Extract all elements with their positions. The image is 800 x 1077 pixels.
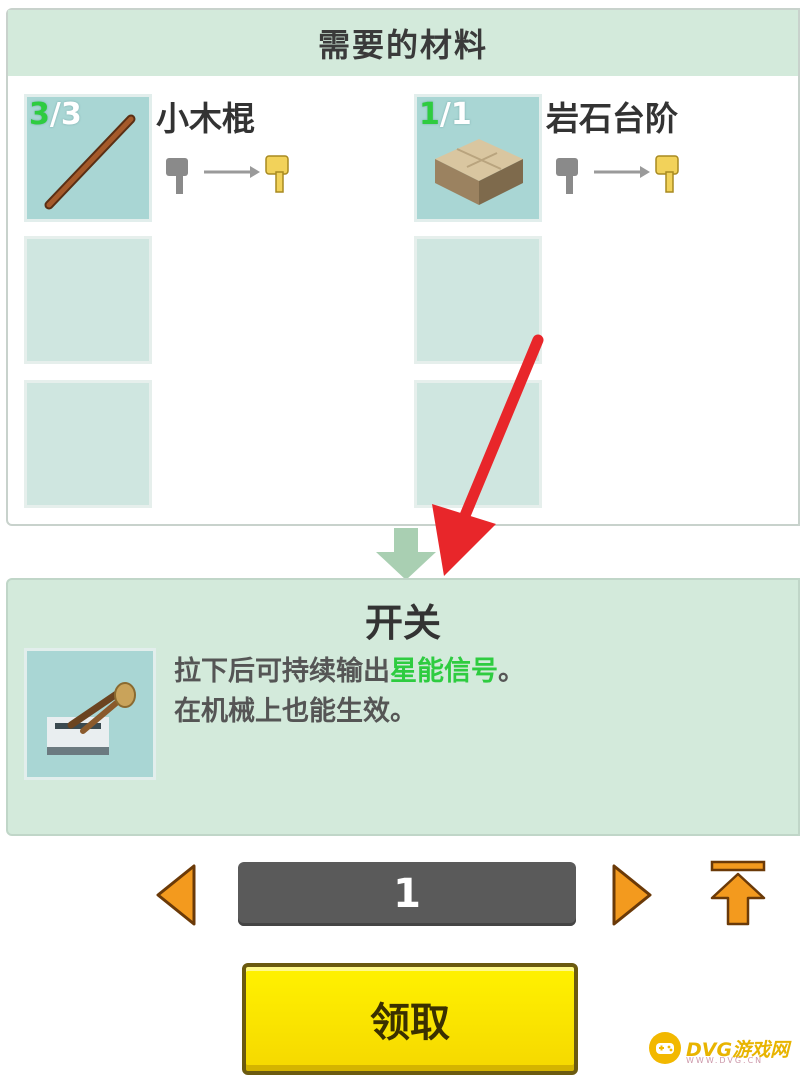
tool-upgrade-icon [556, 155, 679, 194]
material-slot-stone-slab[interactable]: 1/1 [414, 94, 542, 222]
item-desc-line1: 拉下后可持续输出星能信号。 [174, 656, 525, 687]
materials-header: 需要的材料 [8, 10, 798, 76]
page-number-display: 1 [238, 862, 576, 926]
item-description: 拉下后可持续输出星能信号。 在机械上也能生效。 [174, 652, 525, 732]
material-slot-empty [414, 236, 542, 364]
claim-button[interactable]: 领取 [242, 963, 578, 1075]
item-panel: 开关 拉下后可持续输出星能信号。 在机械上也能生效。 [6, 578, 800, 836]
material-slot-wood-stick[interactable]: 3/3 [24, 94, 152, 222]
item-desc-line2: 在机械上也能生效。 [174, 696, 417, 727]
material-slot-empty [24, 380, 152, 508]
next-page-button[interactable] [612, 864, 652, 926]
item-title: 开关 [364, 601, 441, 645]
down-arrow-icon [376, 528, 436, 580]
item-icon-slot[interactable] [24, 648, 156, 780]
watermark-logo: DVG游戏网 WWW.DVG.CN [648, 1026, 798, 1070]
lever-switch-icon [47, 682, 136, 755]
highlight-keyword: 星能信号 [390, 656, 498, 687]
material-slot-empty [414, 380, 542, 508]
jump-to-top-button[interactable] [708, 860, 768, 926]
material-name: 小木棍 [156, 99, 255, 138]
material-name: 岩石台阶 [546, 99, 678, 138]
gamepad-icon [649, 1032, 681, 1064]
wood-stick-icon [44, 114, 136, 210]
tool-upgrade-icon [166, 155, 289, 194]
watermark-subtext: WWW.DVG.CN [686, 1056, 764, 1065]
prev-page-button[interactable] [156, 864, 196, 926]
materials-panel: 需要的材料 3/3 小木棍 1/1 岩石台阶 [6, 8, 800, 526]
material-slot-empty [24, 236, 152, 364]
stone-slab-icon [435, 139, 523, 205]
